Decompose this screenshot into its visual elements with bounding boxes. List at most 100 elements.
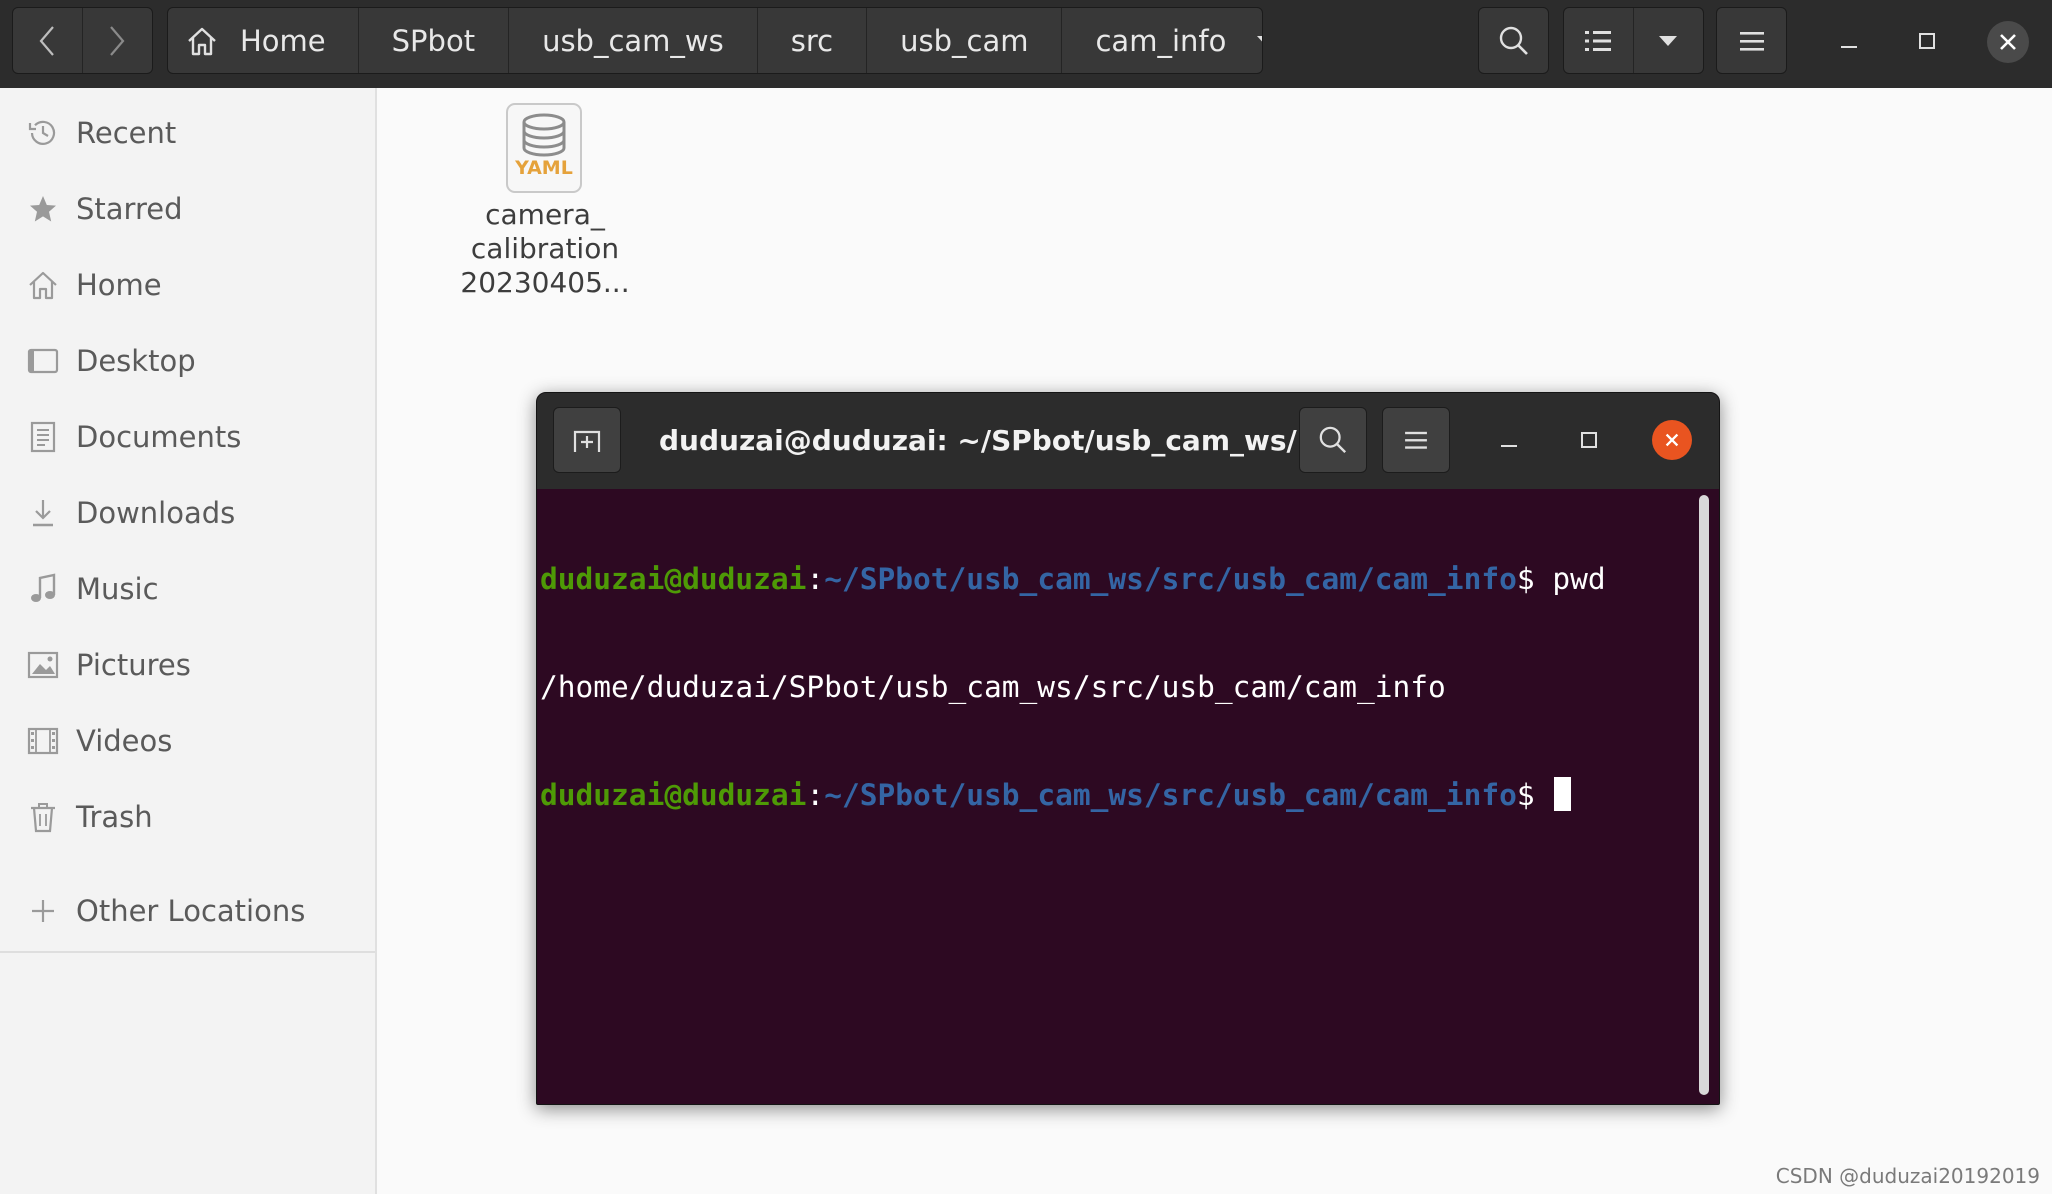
forward-button[interactable] xyxy=(83,8,153,73)
music-icon xyxy=(26,572,60,606)
breadcrumb-label: SPbot xyxy=(391,23,476,58)
prompt-symbol: $ xyxy=(1516,778,1553,812)
close-button[interactable] xyxy=(1987,21,2029,63)
sidebar-item-label: Other Locations xyxy=(76,894,306,928)
sidebar-item-other-locations[interactable]: Other Locations xyxy=(0,876,375,946)
breadcrumb-label: usb_cam xyxy=(900,23,1029,58)
breadcrumb-usb-cam-ws[interactable]: usb_cam_ws xyxy=(509,8,758,73)
terminal-line: duduzai@duduzai:~/SPbot/usb_cam_ws/src/u… xyxy=(540,561,1697,597)
home-icon xyxy=(26,268,60,302)
plus-icon xyxy=(26,894,60,928)
sidebar-item-recent[interactable]: Recent xyxy=(0,98,375,168)
terminal-search-button[interactable] xyxy=(1299,407,1367,473)
terminal-close-button[interactable] xyxy=(1652,420,1692,460)
sidebar-item-documents[interactable]: Documents xyxy=(0,402,375,472)
sidebar-item-label: Desktop xyxy=(76,344,196,378)
search-icon xyxy=(1318,425,1348,455)
list-view-icon xyxy=(1584,29,1612,53)
breadcrumb-label: usb_cam_ws xyxy=(542,23,724,58)
star-icon xyxy=(26,192,60,226)
file-name: camera_ calibration 20230405... xyxy=(455,198,635,300)
terminal-headerbar: duduzai@duduzai: ~/SPbot/usb_cam_ws/... xyxy=(537,393,1719,489)
hamburger-menu-icon xyxy=(1739,30,1765,52)
terminal-window[interactable]: duduzai@duduzai: ~/SPbot/usb_cam_ws/... xyxy=(536,392,1720,1105)
history-nav-group xyxy=(12,7,153,74)
command-text: pwd xyxy=(1552,562,1606,596)
maximize-icon xyxy=(1580,431,1598,449)
prompt-separator: : xyxy=(806,778,825,812)
document-icon xyxy=(26,420,60,454)
search-button[interactable] xyxy=(1478,7,1549,74)
sidebar-item-starred[interactable]: Starred xyxy=(0,174,375,244)
sidebar-item-trash[interactable]: Trash xyxy=(0,782,375,852)
back-button[interactable] xyxy=(13,8,83,73)
close-icon xyxy=(1998,32,2018,52)
triangle-down-icon[interactable] xyxy=(1256,35,1262,47)
download-icon xyxy=(26,496,60,530)
prompt-separator: : xyxy=(806,562,825,596)
terminal-output[interactable]: duduzai@duduzai:~/SPbot/usb_cam_ws/src/u… xyxy=(540,489,1697,1104)
breadcrumb-usb-cam[interactable]: usb_cam xyxy=(867,8,1063,73)
home-icon xyxy=(186,26,218,56)
new-tab-button[interactable] xyxy=(553,407,621,473)
prompt-symbol: $ xyxy=(1516,562,1553,596)
video-icon xyxy=(26,724,60,758)
list-view-button[interactable] xyxy=(1564,8,1634,73)
main-menu-button-inner[interactable] xyxy=(1717,8,1786,73)
maximize-button[interactable] xyxy=(1904,18,1950,64)
sidebar-item-label: Documents xyxy=(76,420,242,454)
minimize-icon xyxy=(1840,32,1858,50)
sidebar-item-label: Videos xyxy=(76,724,173,758)
picture-icon xyxy=(26,648,60,682)
sidebar-item-home[interactable]: Home xyxy=(0,250,375,320)
breadcrumb-spbot[interactable]: SPbot xyxy=(359,8,510,73)
sidebar-item-label: Home xyxy=(76,268,162,302)
minimize-icon xyxy=(1500,431,1518,449)
clock-icon xyxy=(26,116,60,150)
sidebar-item-pictures[interactable]: Pictures xyxy=(0,630,375,700)
sidebar-item-videos[interactable]: Videos xyxy=(0,706,375,776)
terminal-maximize-button[interactable] xyxy=(1568,419,1610,461)
search-icon xyxy=(1498,25,1530,57)
terminal-menu-button[interactable] xyxy=(1382,407,1450,473)
prompt-user: duduzai@duduzai xyxy=(540,778,807,812)
breadcrumb-cam-info[interactable]: cam_info xyxy=(1062,8,1262,73)
yaml-file-icon: YAML xyxy=(505,102,583,194)
places-sidebar: Recent Starred Home Desktop Documents Do… xyxy=(0,88,377,1194)
terminal-title: duduzai@duduzai: ~/SPbot/usb_cam_ws/... xyxy=(659,424,1329,457)
breadcrumb-label: Home xyxy=(240,23,326,58)
file-name-line: 20230405... xyxy=(460,266,630,299)
breadcrumb-label: cam_info xyxy=(1095,23,1227,58)
new-tab-icon xyxy=(572,426,602,454)
file-name-line: calibration xyxy=(470,232,620,265)
command-output: /home/duduzai/SPbot/usb_cam_ws/src/usb_c… xyxy=(540,670,1446,704)
text-cursor xyxy=(1554,777,1572,811)
prompt-path: ~/SPbot/usb_cam_ws/src/usb_cam/cam_info xyxy=(824,562,1517,596)
prompt-path: ~/SPbot/usb_cam_ws/src/usb_cam/cam_info xyxy=(824,778,1517,812)
chevron-right-icon xyxy=(108,25,126,57)
breadcrumb-src[interactable]: src xyxy=(758,8,868,73)
triangle-down-icon xyxy=(1658,35,1678,47)
search-button-inner[interactable] xyxy=(1479,8,1548,73)
sidebar-item-label: Trash xyxy=(76,800,153,834)
sidebar-item-desktop[interactable]: Desktop xyxy=(0,326,375,396)
breadcrumb: Home SPbot usb_cam_ws src usb_cam cam_in… xyxy=(167,7,1263,74)
svg-text:YAML: YAML xyxy=(514,157,573,179)
breadcrumb-label: src xyxy=(790,23,834,58)
terminal-scrollbar[interactable] xyxy=(1699,495,1709,1095)
sidebar-item-label: Recent xyxy=(76,116,177,150)
file-name-line: camera_ xyxy=(485,198,605,231)
view-toggle-group xyxy=(1563,7,1704,74)
sidebar-item-label: Pictures xyxy=(76,648,191,682)
terminal-minimize-button[interactable] xyxy=(1488,419,1530,461)
sidebar-divider xyxy=(0,951,375,953)
sidebar-item-music[interactable]: Music xyxy=(0,554,375,624)
breadcrumb-home[interactable]: Home xyxy=(168,8,359,73)
main-menu-button[interactable] xyxy=(1716,7,1787,74)
watermark: CSDN @duduzai20192019 xyxy=(1775,1164,2040,1188)
trash-icon xyxy=(26,800,60,834)
sidebar-item-downloads[interactable]: Downloads xyxy=(0,478,375,548)
desktop-icon xyxy=(26,344,60,378)
view-options-button[interactable] xyxy=(1634,8,1704,73)
minimize-button[interactable] xyxy=(1826,18,1872,64)
